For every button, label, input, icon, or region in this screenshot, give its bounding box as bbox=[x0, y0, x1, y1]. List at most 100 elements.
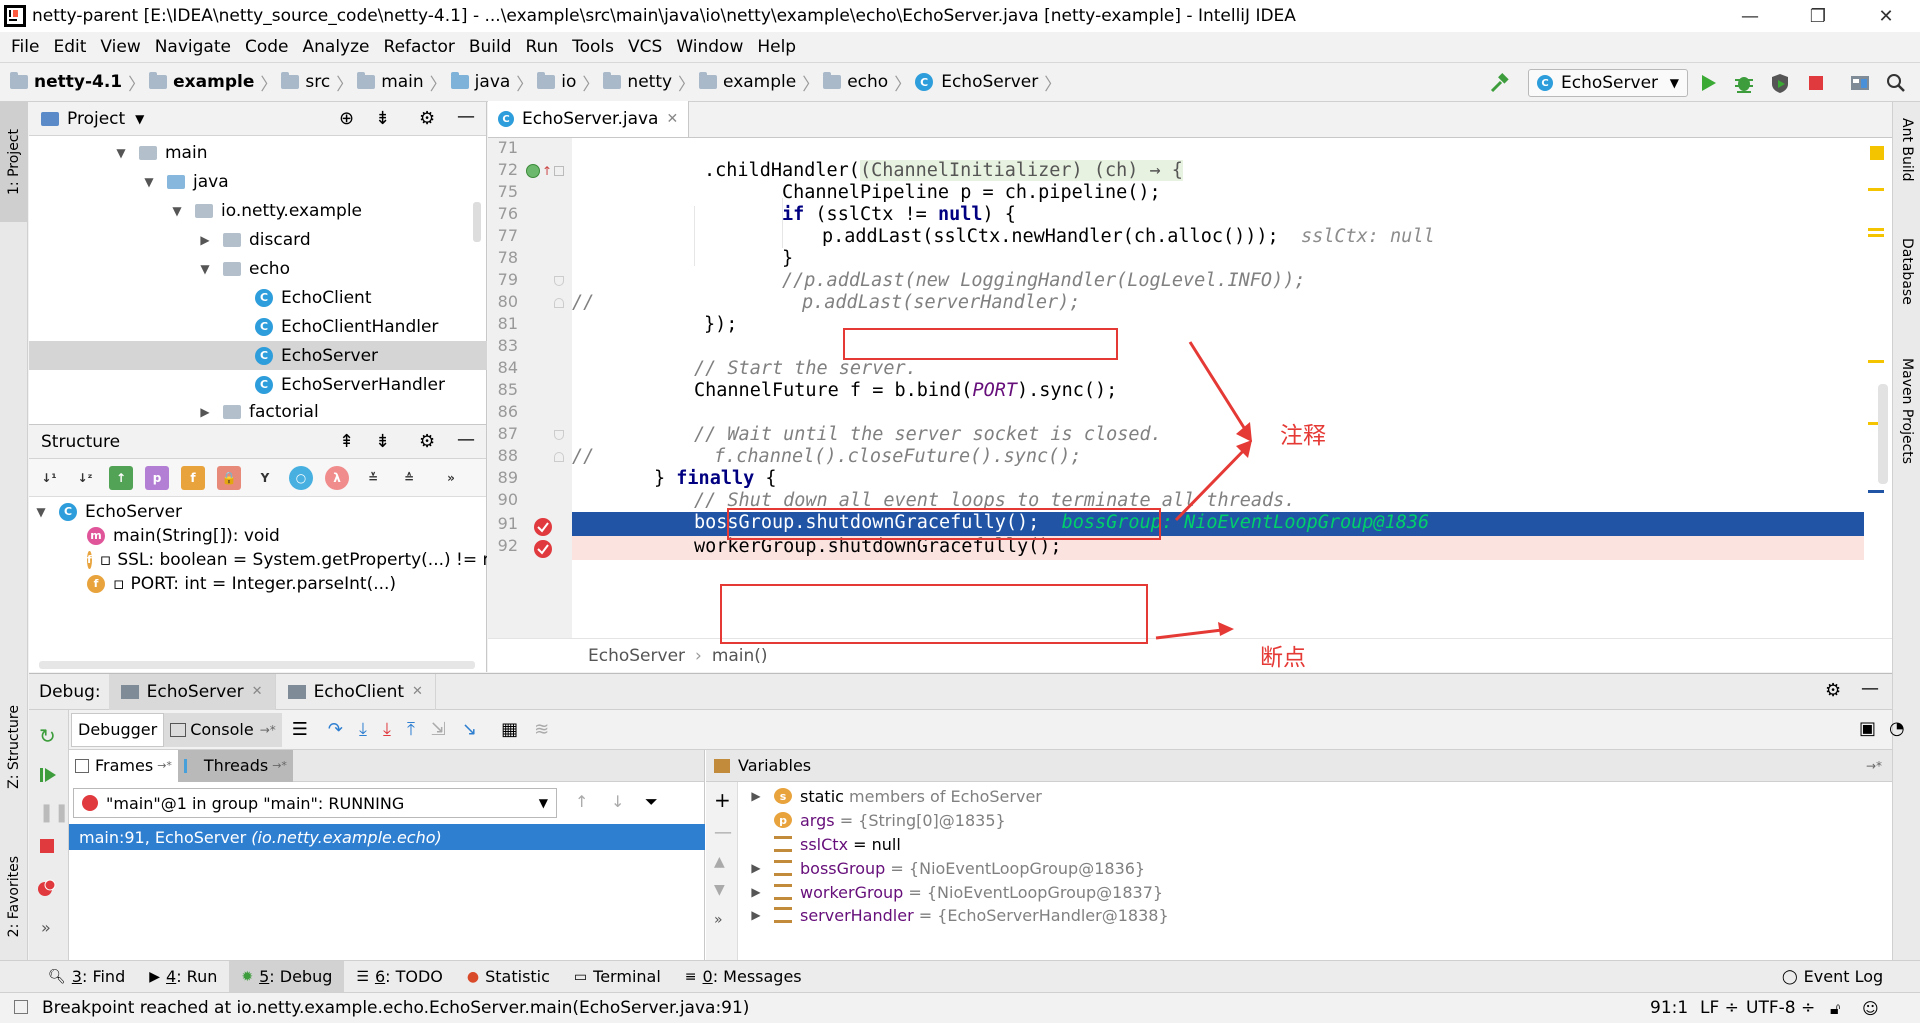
tree-item-java[interactable]: ▼ java bbox=[143, 167, 228, 196]
expand-arrow-icon[interactable]: ▶ bbox=[750, 789, 762, 803]
tool-window-todo[interactable]: ☰ 6: TODO bbox=[344, 961, 455, 993]
more-icon[interactable]: » bbox=[41, 918, 51, 937]
breakpoint-icon[interactable] bbox=[534, 518, 552, 536]
crumb-io[interactable]: io 〉 bbox=[537, 70, 599, 95]
variable-row-static[interactable]: ▶ s static members of EchoServer bbox=[750, 784, 1041, 808]
show-fields-icon[interactable]: f bbox=[181, 465, 205, 490]
expand-arrow-icon[interactable]: ▼ bbox=[115, 146, 127, 160]
fold-marker-icon[interactable] bbox=[554, 298, 564, 308]
stack-frame-selected[interactable]: main:91, EchoServer (io.netty.example.ec… bbox=[69, 824, 705, 850]
tool-tab-ant-build[interactable]: Ant Build bbox=[1893, 118, 1920, 218]
show-inherited-icon[interactable]: ↑ bbox=[109, 465, 133, 490]
lambda-icon[interactable]: λ bbox=[325, 465, 349, 490]
pin-icon[interactable]: →* bbox=[260, 723, 276, 737]
tool-tab-structure[interactable]: Z: Structure bbox=[0, 692, 28, 802]
file-encoding[interactable]: UTF-8 ÷ bbox=[1746, 998, 1815, 1018]
warning-marker[interactable] bbox=[1868, 188, 1884, 191]
tool-tab-project[interactable]: 1: Project bbox=[0, 102, 28, 222]
resume-icon[interactable] bbox=[39, 766, 57, 784]
collapse-all-icon[interactable]: ⇟ bbox=[375, 431, 390, 452]
show-execution-point-icon[interactable]: ☰ bbox=[292, 719, 308, 740]
variable-row-args[interactable]: p args = {String[0]@1835} bbox=[750, 808, 1006, 832]
sort-by-visibility-icon[interactable]: ↓¹ bbox=[37, 466, 61, 490]
run-configuration-select[interactable]: C EchoServer ▼ bbox=[1528, 69, 1688, 97]
view-breakpoints-icon[interactable] bbox=[37, 878, 57, 898]
tree-scrollbar[interactable] bbox=[473, 202, 481, 242]
editor-scrollbar-thumb[interactable] bbox=[1878, 384, 1888, 484]
anonymous-classes-icon[interactable]: ○ bbox=[289, 465, 313, 490]
expand-arrow-icon[interactable]: ▶ bbox=[750, 908, 762, 922]
stop-icon[interactable] bbox=[39, 838, 55, 854]
tool-window-event-log[interactable]: ◯ Event Log bbox=[1770, 961, 1895, 993]
tree-item-echo[interactable]: ▼ echo bbox=[199, 254, 290, 283]
tree-item-main[interactable]: ▼ main bbox=[115, 138, 207, 167]
tool-tab-database[interactable]: Database bbox=[1893, 238, 1920, 338]
show-lambdas-tree-icon[interactable]: Y bbox=[253, 466, 277, 490]
implements-marker-icon[interactable] bbox=[526, 164, 540, 178]
debug-tab-echoserver[interactable]: EchoServer ✕ bbox=[108, 673, 276, 710]
tool-window-terminal[interactable]: ▭ Terminal bbox=[562, 961, 673, 993]
close-window-button[interactable]: ✕ bbox=[1852, 0, 1920, 32]
variable-row-sslctx[interactable]: sslCtx = null bbox=[750, 832, 901, 856]
tab-frames[interactable]: Frames →* bbox=[69, 749, 178, 782]
fold-marker-icon[interactable] bbox=[554, 452, 564, 462]
menu-run[interactable]: Run bbox=[519, 37, 566, 57]
crumb-java[interactable]: java 〉 bbox=[450, 70, 533, 95]
tree-item-echoclient[interactable]: C EchoClient bbox=[255, 283, 371, 312]
warning-marker[interactable] bbox=[1868, 228, 1884, 231]
tree-item-echoserver[interactable]: C EchoServer bbox=[29, 341, 487, 370]
show-properties-icon[interactable]: p bbox=[145, 465, 169, 490]
structure-member-port[interactable]: f ▫ PORT: int = Integer.parseInt(...) bbox=[87, 569, 396, 598]
run-to-cursor-icon[interactable]: ↘ bbox=[462, 719, 477, 740]
menu-navigate[interactable]: Navigate bbox=[148, 37, 238, 57]
toggle-tool-windows-icon[interactable] bbox=[14, 1000, 28, 1014]
crumb-main[interactable]: main 〉 bbox=[357, 70, 447, 95]
tree-item-discard[interactable]: ▶ discard bbox=[199, 225, 310, 254]
line-separator[interactable]: LF ÷ bbox=[1700, 998, 1739, 1018]
maximize-button[interactable]: ❐ bbox=[1784, 0, 1852, 32]
previous-frame-icon[interactable]: ↑ bbox=[575, 792, 588, 811]
step-over-icon[interactable]: ↷ bbox=[328, 719, 343, 740]
editor-breadcrumb-method[interactable]: main() bbox=[712, 646, 768, 666]
build-hammer-icon[interactable] bbox=[1488, 71, 1512, 95]
menu-refactor[interactable]: Refactor bbox=[377, 37, 462, 57]
debug-bug-icon[interactable] bbox=[1732, 71, 1756, 95]
hide-panel-icon[interactable]: — bbox=[457, 106, 475, 127]
execution-marker[interactable] bbox=[1868, 490, 1884, 493]
crumb-netty[interactable]: netty 〉 bbox=[603, 70, 695, 95]
restore-layout-icon[interactable]: ▣ bbox=[1859, 718, 1876, 739]
expand-arrow-icon[interactable]: ▶ bbox=[750, 885, 762, 899]
step-out-icon[interactable]: ⤒ bbox=[407, 719, 415, 740]
structure-hscrollbar[interactable] bbox=[39, 661, 475, 669]
tool-tab-favorites[interactable]: 2: Favorites bbox=[0, 842, 28, 952]
editor-error-stripe[interactable] bbox=[1864, 138, 1892, 638]
warning-marker[interactable] bbox=[1868, 234, 1884, 237]
rerun-icon[interactable]: ↻ bbox=[39, 724, 56, 748]
expand-arrow-icon[interactable]: ▼ bbox=[35, 505, 47, 519]
more-icon[interactable]: » bbox=[439, 466, 463, 490]
collapse-icon[interactable]: ≙ bbox=[397, 466, 421, 490]
gear-icon[interactable]: ⚙ bbox=[1825, 680, 1841, 701]
force-step-into-icon[interactable]: ⤓ bbox=[383, 719, 391, 740]
move-up-icon[interactable]: ▲ bbox=[714, 854, 725, 870]
evaluate-expression-icon[interactable]: ▦ bbox=[501, 719, 518, 740]
show-non-public-icon[interactable]: 🔒 bbox=[217, 465, 241, 490]
variable-row-serverhandler[interactable]: ▶ serverHandler = {EchoServerHandler@1838… bbox=[750, 904, 1168, 926]
menu-build[interactable]: Build bbox=[462, 37, 519, 57]
gear-icon[interactable]: ⚙ bbox=[419, 108, 435, 129]
subtab-debugger[interactable]: Debugger bbox=[71, 712, 165, 747]
crumb-src[interactable]: src 〉 bbox=[281, 70, 353, 95]
more-icon[interactable]: » bbox=[714, 912, 723, 928]
pin-icon[interactable]: →* bbox=[272, 759, 287, 772]
subtab-console[interactable]: Console →* bbox=[164, 712, 282, 747]
editor-breadcrumb-class[interactable]: EchoServer bbox=[588, 646, 685, 666]
menu-vcs[interactable]: VCS bbox=[621, 37, 669, 57]
menu-help[interactable]: Help bbox=[750, 37, 803, 57]
close-icon[interactable]: ✕ bbox=[412, 684, 423, 699]
expand-arrow-icon[interactable]: ▼ bbox=[199, 262, 211, 276]
tree-item-io-netty-example[interactable]: ▼ io.netty.example bbox=[171, 196, 362, 225]
crumb-example[interactable]: example 〉 bbox=[149, 70, 277, 95]
pause-icon[interactable]: ❚❚ bbox=[39, 802, 69, 823]
chevron-down-icon[interactable]: ▼ bbox=[135, 112, 144, 126]
caret-position[interactable]: 91:1 bbox=[1650, 998, 1688, 1018]
